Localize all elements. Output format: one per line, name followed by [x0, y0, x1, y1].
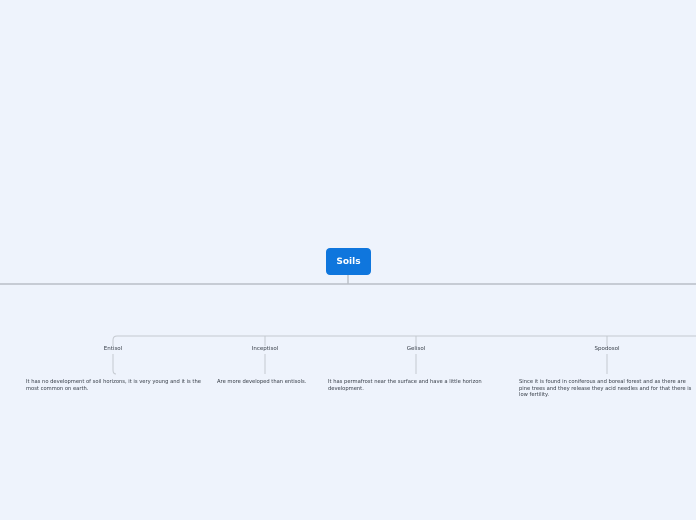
topic-entisol[interactable]: Entisol: [93, 346, 133, 352]
topic-gelisol[interactable]: Gelisol: [396, 346, 436, 352]
note-gelisol[interactable]: It has permafrost near the surface and h…: [328, 379, 500, 392]
note-entisol[interactable]: It has no development of soil horizons, …: [26, 379, 202, 392]
branch-connector: [112, 335, 696, 346]
entisol-note-connector: [112, 354, 117, 375]
note-spodosol[interactable]: Since it is found in coniferous and bore…: [519, 379, 693, 399]
root-topic-soils[interactable]: Soils: [326, 248, 371, 275]
topic-spodosol[interactable]: Spodosol: [582, 346, 632, 352]
topic-inceptisol[interactable]: Inceptisol: [240, 346, 290, 352]
mind-map-canvas: Soils Entisol Inceptisol Gelisol Spodoso…: [0, 0, 696, 520]
note-inceptisol[interactable]: Are more developed than entisols.: [217, 379, 327, 386]
root-connector: [0, 275, 696, 285]
